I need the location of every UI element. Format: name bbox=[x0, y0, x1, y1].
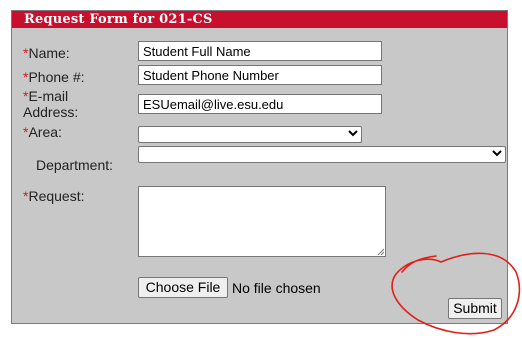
request-label-row: *Request: bbox=[23, 188, 85, 204]
email-input[interactable] bbox=[138, 94, 382, 114]
phone-input[interactable] bbox=[138, 65, 382, 85]
area-label: Area: bbox=[28, 124, 62, 140]
request-form-panel: Request Form for 021-CS *Name: *Phone #:… bbox=[11, 10, 508, 324]
request-textarea[interactable] bbox=[138, 186, 386, 257]
name-label: Name: bbox=[28, 45, 70, 61]
chevron-down-icon bbox=[348, 125, 358, 145]
phone-label: Phone #: bbox=[28, 69, 85, 85]
name-input[interactable] bbox=[138, 41, 382, 61]
form-header: Request Form for 021-CS bbox=[12, 11, 507, 28]
choose-file-button[interactable]: Choose File bbox=[138, 277, 228, 298]
resize-grip-icon[interactable] bbox=[377, 248, 384, 255]
department-select[interactable] bbox=[138, 146, 506, 163]
file-status-text: No file chosen bbox=[232, 280, 321, 296]
email-label-line2: Address: bbox=[23, 104, 79, 120]
phone-label-row: *Phone #: bbox=[23, 69, 85, 85]
form-title: Request Form for 021-CS bbox=[24, 12, 213, 27]
area-label-row: *Area: bbox=[23, 124, 62, 140]
area-select[interactable] bbox=[138, 126, 362, 143]
email-label-line1: E-mail bbox=[28, 88, 69, 104]
chevron-down-icon bbox=[492, 145, 502, 165]
request-label: Request: bbox=[28, 188, 85, 204]
submit-button[interactable]: Submit bbox=[448, 298, 502, 319]
name-label-row: *Name: bbox=[23, 45, 70, 61]
department-label: Department: bbox=[36, 157, 114, 173]
email-label-row: *E-mail Address: bbox=[23, 88, 78, 120]
